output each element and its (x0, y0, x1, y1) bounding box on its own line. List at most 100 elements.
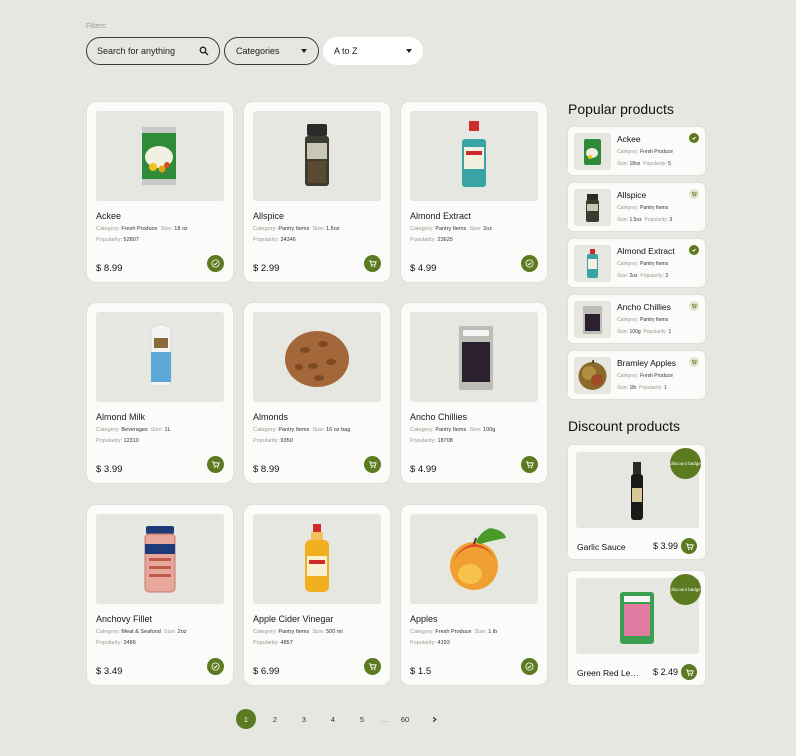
added-to-cart-button[interactable] (689, 133, 699, 143)
cart-icon (691, 303, 697, 309)
sort-select[interactable]: A to Z (323, 37, 423, 65)
product-category: Beverages (121, 427, 148, 433)
product-name: Anchovy Fillet (96, 614, 153, 624)
product-card[interactable]: Anchovy Fillet Category: Meat & Seafood … (86, 504, 234, 686)
product-card[interactable]: Ancho Chillies Category: Pantry Items Si… (400, 302, 548, 484)
cart-icon (368, 260, 377, 268)
chevron-right-icon (432, 716, 437, 722)
product-thumbnail (574, 133, 611, 170)
popular-product-item[interactable]: Ackee Category: Fresh Produce Size: 18oz… (567, 126, 706, 176)
added-to-cart-button[interactable] (521, 658, 538, 675)
product-image (253, 312, 381, 402)
add-to-cart-button[interactable] (364, 456, 381, 473)
discount-product-card[interactable]: discount badge Green Red Lentils $ 2.49 (567, 570, 706, 686)
added-to-cart-button[interactable] (521, 255, 538, 272)
page-3-button[interactable]: 3 (294, 709, 314, 729)
category-label: Category: (617, 205, 639, 211)
product-image (96, 514, 224, 604)
search-icon[interactable] (199, 46, 209, 56)
product-category: Pantry Items (278, 226, 310, 232)
product-name: Almonds (253, 412, 289, 422)
size-label: Size: (150, 427, 163, 433)
product-category: Fresh Produce (121, 226, 158, 232)
search-input[interactable] (97, 46, 199, 56)
category-label: Category: (617, 373, 639, 379)
page-last-button[interactable]: 60 (395, 709, 415, 729)
popularity-label: Popularity: (410, 438, 436, 444)
next-page-button[interactable] (424, 709, 444, 729)
product-image (96, 111, 224, 201)
product-size: 18 oz (174, 226, 188, 232)
add-to-cart-button[interactable] (521, 456, 538, 473)
category-label: Category: (617, 261, 639, 267)
check-icon (525, 662, 534, 671)
page-4-button[interactable]: 4 (323, 709, 343, 729)
product-popularity: 23625 (437, 237, 453, 243)
discount-badge-text: discount badge (670, 461, 701, 466)
product-image (253, 514, 381, 604)
product-popularity: 1 (664, 385, 667, 391)
check-icon (211, 662, 220, 671)
add-to-cart-button[interactable] (689, 301, 699, 311)
chevron-down-icon (301, 49, 307, 53)
product-name: Almond Extract (410, 211, 472, 221)
category-label: Category: (253, 226, 277, 232)
popular-product-item[interactable]: Almond Extract Category: Pantry Items Si… (567, 238, 706, 288)
product-card[interactable]: Allspice Category: Pantry Items Size: 1.… (243, 101, 391, 283)
product-price: $ 8.99 (253, 464, 280, 475)
popularity-label: Popularity: (638, 385, 663, 391)
product-image (96, 312, 224, 402)
product-name: Ackee (96, 211, 122, 221)
popularity-label: Popularity: (253, 237, 279, 243)
product-name: Apples (410, 614, 438, 624)
product-image (410, 111, 538, 201)
search-box[interactable] (86, 37, 220, 65)
add-to-cart-button[interactable] (681, 664, 697, 680)
product-card[interactable]: Apple Cider Vinegar Category: Pantry Ite… (243, 504, 391, 686)
added-to-cart-button[interactable] (207, 255, 224, 272)
popular-product-item[interactable]: Allspice Category: Pantry Items Size: 1.… (567, 182, 706, 232)
popular-product-item[interactable]: Bramley Apples Category: Fresh Produce S… (567, 350, 706, 400)
popular-product-item[interactable]: Ancho Chillies Category: Pantry Items Si… (567, 294, 706, 344)
product-name: Almond Extract (617, 246, 675, 256)
product-name: Ackee (617, 134, 641, 144)
added-to-cart-button[interactable] (689, 245, 699, 255)
product-popularity: 5 (668, 161, 671, 167)
page-5-button[interactable]: 5 (352, 709, 372, 729)
product-card[interactable]: Ackee Category: Fresh Produce Size: 18 o… (86, 101, 234, 283)
add-to-cart-button[interactable] (207, 456, 224, 473)
add-to-cart-button[interactable] (364, 658, 381, 675)
product-category: Pantry Items (278, 427, 310, 433)
product-size: 2oz (483, 226, 492, 232)
cart-icon (691, 191, 697, 197)
product-name: Apple Cider Vinegar (253, 614, 334, 624)
page-2-button[interactable]: 2 (265, 709, 285, 729)
product-card[interactable]: Apples Category: Fresh Produce Size: 1 l… (400, 504, 548, 686)
size-label: Size: (312, 427, 325, 433)
page-1-button[interactable]: 1 (236, 709, 256, 729)
product-thumbnail (574, 357, 611, 394)
product-popularity: 9350 (280, 438, 293, 444)
cart-icon (368, 663, 377, 671)
size-label: Size: (469, 427, 482, 433)
product-card[interactable]: Almonds Category: Pantry Items Size: 16 … (243, 302, 391, 484)
product-card[interactable]: Almond Extract Category: Pantry Items Si… (400, 101, 548, 283)
product-size: 16 oz bag (326, 427, 351, 433)
product-card[interactable]: Almond Milk Category: Beverages Size: 1L… (86, 302, 234, 484)
product-size: 100g (629, 329, 641, 335)
size-label: Size: (617, 329, 629, 335)
product-price: $ 3.49 (96, 666, 123, 677)
product-price: $ 4.99 (410, 263, 437, 274)
category-label: Category: (410, 427, 434, 433)
product-price: $ 6.99 (253, 666, 280, 677)
add-to-cart-button[interactable] (689, 189, 699, 199)
category-label: Category: (253, 427, 277, 433)
discount-product-card[interactable]: discount badge Garlic Sauce $ 3.99 (567, 444, 706, 560)
product-popularity: 12310 (123, 438, 139, 444)
add-to-cart-button[interactable] (689, 357, 699, 367)
added-to-cart-button[interactable] (207, 658, 224, 675)
popularity-label: Popularity: (96, 640, 122, 646)
add-to-cart-button[interactable] (681, 538, 697, 554)
add-to-cart-button[interactable] (364, 255, 381, 272)
category-select[interactable]: Categories (224, 37, 319, 65)
